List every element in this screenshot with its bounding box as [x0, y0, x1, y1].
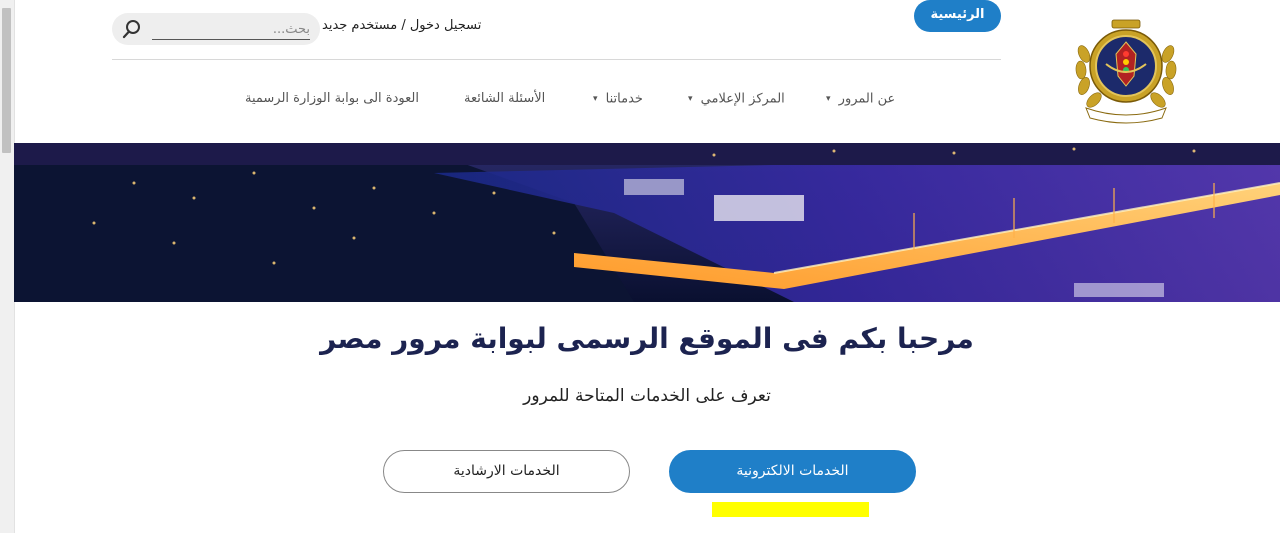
- highlight-marker: [712, 502, 869, 517]
- nav-item-media-center[interactable]: المركز الإعلامي ▾: [688, 84, 785, 116]
- chevron-down-icon: ▾: [593, 94, 598, 104]
- scrollbar-thumb[interactable]: [2, 8, 11, 153]
- search-icon[interactable]: [122, 19, 142, 39]
- nav-item-label: عن المرور: [838, 91, 896, 107]
- nav-item-about-traffic[interactable]: عن المرور ▾: [826, 84, 895, 116]
- header-divider: [112, 59, 1001, 60]
- nav-item-faq[interactable]: الأسئلة الشائعة: [464, 84, 545, 116]
- chevron-down-icon: ▾: [688, 94, 693, 104]
- nav-item-label: المركز الإعلامي: [700, 91, 785, 107]
- nav-item-our-services[interactable]: خدماتنا ▾: [593, 84, 643, 116]
- guidance-services-button[interactable]: الخدمات الارشادية: [383, 450, 630, 493]
- nav-item-label: الرئيسية: [930, 7, 985, 22]
- page-title: مرحبا بكم فى الموقع الرسمى لبوابة مرور م…: [320, 322, 974, 355]
- traffic-police-emblem-icon: [1075, 19, 1177, 124]
- cairo-night-skyline: [14, 143, 1280, 302]
- nav-item-home[interactable]: الرئيسية: [914, 0, 1001, 32]
- auth-separator: /: [401, 18, 406, 33]
- nav-item-label: الأسئلة الشائعة: [464, 91, 546, 106]
- nav-item-ministry-portal[interactable]: العودة الى بوابة الوزارة الرسمية: [245, 84, 419, 116]
- hero-banner-image: [14, 143, 1280, 302]
- electronic-services-button[interactable]: الخدمات الالكترونية: [669, 450, 916, 493]
- chevron-down-icon: ▾: [826, 94, 831, 104]
- search-input[interactable]: [152, 19, 310, 40]
- site-logo[interactable]: [1072, 14, 1180, 126]
- search-box: [112, 13, 320, 45]
- register-link[interactable]: مستخدم جديد: [322, 18, 397, 33]
- login-link[interactable]: تسجيل دخول: [410, 18, 482, 33]
- nav-item-label: خدماتنا: [605, 91, 643, 107]
- auth-links: تسجيل دخول / مستخدم جديد: [322, 18, 481, 38]
- page-scrollbar[interactable]: [0, 0, 15, 533]
- page-subtitle: تعرف على الخدمات المتاحة للمرور: [523, 386, 771, 406]
- nav-item-label: العودة الى بوابة الوزارة الرسمية: [245, 91, 419, 106]
